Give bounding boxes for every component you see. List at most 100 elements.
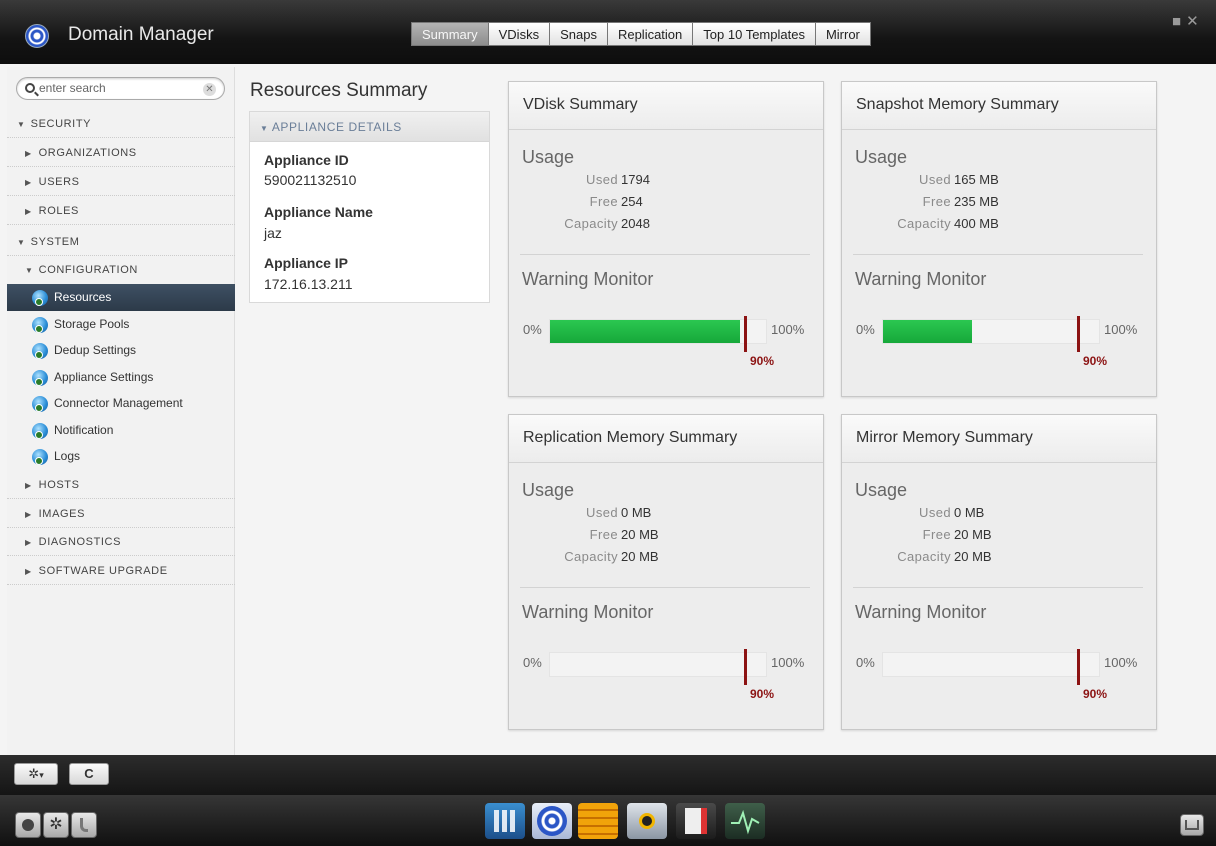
window-controls: ■✕ (1172, 12, 1204, 30)
nav-software-upgrade[interactable]: ▶ SOFTWARE UPGRADE (7, 557, 235, 585)
divider (853, 254, 1143, 255)
globe-icon (32, 369, 48, 386)
tab-replication[interactable]: Replication (607, 22, 694, 46)
free-label: Free (922, 527, 951, 542)
collapsed-arrow-icon: ▶ (25, 178, 32, 187)
capacity-row: Capacity 2048 (509, 216, 809, 236)
free-row: Free 20 MB (842, 527, 1142, 547)
tab-mirror[interactable]: Mirror (815, 22, 871, 46)
collapsed-arrow-icon: ▶ (25, 567, 32, 576)
capacity-value: 20 MB (621, 549, 659, 564)
nav-users[interactable]: ▶ USERS (7, 168, 235, 196)
usage-heading: Usage (522, 147, 575, 167)
usage-bar-fill (550, 320, 740, 343)
used-row: Used 1794 (509, 172, 809, 192)
appliance-details-panel: ▼ APPLIANCE DETAILS Appliance ID 5900211… (249, 111, 490, 303)
card-title: Snapshot Memory Summary (842, 82, 1156, 130)
free-label: Free (589, 194, 618, 209)
free-label: Free (589, 527, 618, 542)
appliance-ip-label: Appliance IP (264, 255, 349, 271)
capacity-label: Capacity (564, 549, 618, 564)
threshold-marker (1077, 649, 1080, 685)
threshold-label: 90% (750, 354, 775, 368)
globe-icon (32, 395, 48, 412)
used-label: Used (919, 172, 951, 187)
domain-manager-app-icon[interactable] (532, 803, 572, 839)
nav-item-connector-management[interactable]: Connector Management (7, 390, 235, 417)
lock-icon[interactable] (15, 812, 41, 838)
nav-security[interactable]: ▼ SECURITY (7, 110, 235, 138)
grid-app-icon[interactable] (485, 803, 525, 839)
tab-vdisks[interactable]: VDisks (488, 22, 551, 46)
card-title: Mirror Memory Summary (842, 415, 1156, 463)
tab-top-10-templates[interactable]: Top 10 Templates (693, 22, 816, 46)
report-app-icon[interactable] (676, 803, 716, 839)
nav-diagnostics[interactable]: ▶ DIAGNOSTICS (7, 528, 235, 556)
collapsed-arrow-icon: ▶ (25, 207, 32, 216)
tab-summary[interactable]: Summary (411, 22, 489, 46)
globe-icon (32, 289, 48, 306)
usage-bar (549, 319, 767, 344)
expanded-arrow-icon: ▼ (17, 120, 26, 129)
sidebar: ✕ ▼ SECURITY ▶ ORGANIZATIONS ▶ USERS ▶ R… (7, 67, 235, 755)
search-box: ✕ (16, 77, 225, 100)
help-book-icon[interactable] (1180, 814, 1204, 836)
tab-snaps[interactable]: Snaps (550, 22, 608, 46)
divider (520, 254, 810, 255)
nav-item-logs[interactable]: Logs (7, 443, 235, 470)
settings-menu-button[interactable]: ✲▾ (14, 763, 58, 785)
collapsed-arrow-icon: ▶ (25, 538, 32, 547)
capacity-label: Capacity (564, 216, 618, 231)
min-percent-label: 0% (856, 655, 875, 670)
appliance-details-header[interactable]: ▼ APPLIANCE DETAILS (250, 112, 489, 142)
globe-icon (32, 448, 48, 465)
monitor-app-icon[interactable] (725, 803, 765, 839)
used-row: Used 0 MB (509, 505, 809, 525)
gear-icon[interactable]: ✲ (43, 812, 69, 838)
nav-roles[interactable]: ▶ ROLES (7, 197, 235, 225)
globe-icon (32, 422, 48, 439)
nav-organizations[interactable]: ▶ ORGANIZATIONS (7, 139, 235, 167)
replication-memory-summary-card: Replication Memory Summary Usage Used 0 … (508, 414, 824, 730)
capacity-label: Capacity (897, 549, 951, 564)
vdisk-summary-card: VDisk Summary Usage Used 1794 Free 254 C… (508, 81, 824, 397)
card-title: Replication Memory Summary (509, 415, 823, 463)
search-input[interactable] (39, 81, 189, 95)
usage-bar (882, 319, 1100, 344)
refresh-button[interactable]: C (69, 763, 109, 785)
nav-item-appliance-settings[interactable]: Appliance Settings (7, 364, 235, 391)
storage-app-icon[interactable] (578, 803, 618, 839)
free-value: 20 MB (954, 527, 992, 542)
globe-icon (32, 316, 48, 333)
used-value: 165 MB (954, 172, 999, 187)
used-row: Used 165 MB (842, 172, 1142, 192)
minimize-icon[interactable]: ■ (1172, 13, 1186, 30)
collapsed-arrow-icon: ▶ (25, 481, 32, 490)
gear-icon: ✲ (28, 766, 40, 781)
nav-item-storage-pools[interactable]: Storage Pools (7, 311, 235, 338)
nav-item-dedup-settings[interactable]: Dedup Settings (7, 337, 235, 364)
free-row: Free 20 MB (509, 527, 809, 547)
free-label: Free (922, 194, 951, 209)
threshold-marker (1077, 316, 1080, 352)
nav-system[interactable]: ▼ SYSTEM (7, 228, 235, 256)
used-label: Used (586, 505, 618, 520)
nav-configuration[interactable]: ▼ CONFIGURATION (7, 256, 235, 284)
top-tabs: Summary VDisks Snaps Replication Top 10 … (411, 22, 871, 46)
min-percent-label: 0% (523, 322, 542, 337)
nav-item-notification[interactable]: Notification (7, 417, 235, 444)
capacity-row: Capacity 20 MB (509, 549, 809, 569)
clear-search-icon[interactable]: ✕ (203, 83, 216, 96)
nav-hosts[interactable]: ▶ HOSTS (7, 471, 235, 499)
network-app-icon[interactable] (627, 803, 667, 839)
free-row: Free 254 (509, 194, 809, 214)
nav-images[interactable]: ▶ IMAGES (7, 500, 235, 528)
title-bar: Domain Manager Summary VDisks Snaps Repl… (0, 0, 1216, 64)
expanded-arrow-icon: ▼ (260, 124, 269, 133)
nav-item-resources[interactable]: Resources (7, 284, 235, 311)
max-percent-label: 100% (1104, 322, 1138, 337)
usage-bar-fill (883, 320, 972, 343)
close-icon[interactable]: ✕ (1186, 13, 1204, 30)
globe-icon (32, 342, 48, 359)
phone-icon[interactable] (71, 812, 97, 838)
